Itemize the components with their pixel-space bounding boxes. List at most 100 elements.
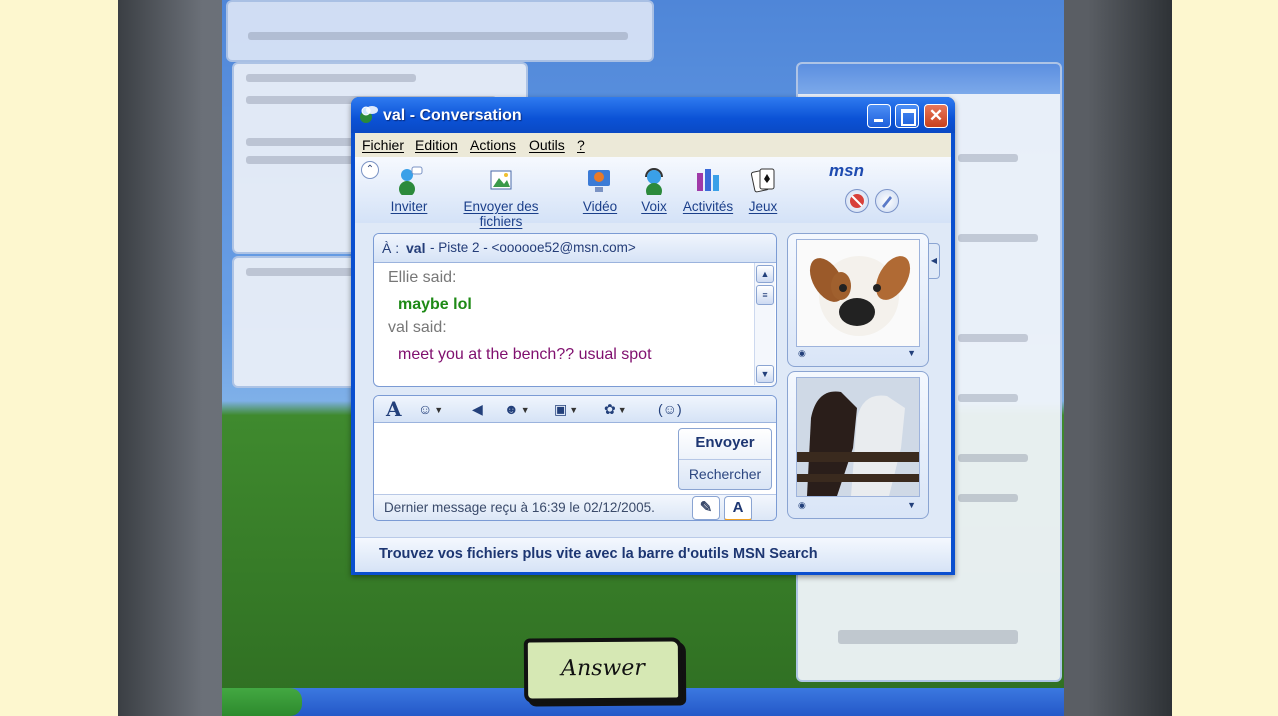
my-display-picture: ◉ ▼ (787, 371, 929, 519)
menu-actions[interactable]: Actions (470, 137, 516, 153)
to-label: À : (382, 240, 400, 256)
blurred-text (958, 234, 1038, 242)
menu-outils[interactable]: Outils (529, 137, 565, 153)
block-button[interactable] (845, 189, 869, 213)
menu-bar: Fichier Edition Actions Outils ? (355, 133, 951, 157)
invite-button[interactable]: Inviter (385, 165, 433, 214)
dog-picture[interactable] (796, 239, 920, 347)
maximize-button[interactable] (895, 104, 919, 128)
games-button[interactable]: Jeux (745, 165, 781, 214)
recipient-name: val (406, 240, 426, 256)
collapse-panel-icon[interactable]: ◀ (929, 243, 940, 279)
minimize-button[interactable] (867, 104, 891, 128)
video-button[interactable]: Vidéo (579, 165, 621, 214)
voice-clip-icon[interactable]: ◀ (472, 399, 483, 419)
close-button[interactable]: ✕ (924, 104, 948, 128)
msn-logo: msn (829, 161, 864, 180)
activities-button[interactable]: Activités (681, 165, 735, 214)
blurred-text (958, 454, 1028, 462)
menu-fichier[interactable]: Fichier (362, 137, 404, 153)
answer-label: Answer (561, 655, 645, 682)
conversation-history: À : val - Piste 2 - <oooooe52@msn.com> E… (373, 233, 777, 387)
blurred-text (248, 32, 628, 40)
background-titlebar (798, 64, 1060, 94)
background-window-top (226, 0, 654, 62)
headset-icon (645, 168, 663, 195)
text-mode-icon[interactable]: A (724, 496, 752, 520)
send-files-button[interactable]: Envoyer des fichiers (441, 165, 561, 229)
scroll-up-icon[interactable]: ▲ (756, 265, 774, 283)
search-button[interactable]: Rechercher (679, 460, 771, 489)
action-toolbar: ⌃ Inviter Envoyer des fichiers Vidéo Voi… (355, 157, 951, 229)
conversation-window: val - Conversation ✕ Fichier Edition Act… (351, 97, 955, 575)
chevron-up-icon[interactable]: ⌃ (361, 161, 379, 179)
gift-button[interactable]: ✿ ▼ (604, 399, 627, 419)
blurred-text (958, 154, 1018, 162)
customize-button[interactable] (875, 189, 899, 213)
block-icon (850, 194, 864, 208)
blurred-text (958, 334, 1028, 342)
font-icon[interactable]: A (386, 399, 402, 419)
msn-buddy-icon (360, 106, 378, 123)
history-scrollbar[interactable]: ▲ ≡ ▼ (754, 263, 775, 385)
message-list: Ellie said: maybe lol val said: meet you… (374, 263, 752, 385)
nudge-icon[interactable]: (☺) (658, 399, 682, 419)
wink-icon: ☻ (504, 401, 519, 417)
recipient-bar: À : val - Piste 2 - <oooooe52@msn.com> (374, 234, 776, 263)
message-text: meet you at the bench?? usual spot (398, 346, 652, 363)
picture-icon: ▣ (554, 401, 568, 417)
answer-button[interactable]: Answer (523, 637, 683, 703)
window-client: Fichier Edition Actions Outils ? ⌃ Invit… (355, 133, 951, 572)
scroll-down-icon[interactable]: ▼ (756, 365, 774, 383)
smiley-icon: ☺ (418, 401, 433, 417)
playing-cards-icon (750, 168, 775, 193)
search-banner[interactable]: Trouvez vos fichiers plus vite avec la b… (355, 537, 951, 572)
blurred-text (958, 494, 1018, 502)
menu-edition[interactable]: Edition (415, 137, 458, 153)
chevron-down-icon: ▼ (907, 500, 916, 510)
close-icon: ✕ (928, 106, 944, 125)
chevron-down-icon: ▼ (569, 405, 579, 416)
chevron-down-icon: ▼ (907, 348, 916, 358)
window-title: val - Conversation (383, 107, 522, 124)
chevron-down-icon: ▼ (434, 405, 444, 416)
invite-icon (399, 166, 423, 195)
compose-area: A ☺ ▼ ◀ ☻ ▼ ▣ ▼ ✿ ▼ (☺) Envoyer Rechercher D… (373, 395, 777, 521)
horses-image (797, 378, 919, 496)
banner-text: Trouvez vos fichiers plus vite avec la b… (379, 546, 818, 562)
contact-display-picture: ◉ ▼ (787, 233, 929, 367)
chevron-down-icon: ▼ (520, 405, 530, 416)
last-message-status: Dernier message reçu à 16:39 le 02/12/20… (384, 500, 655, 515)
send-buttons: Envoyer Rechercher (678, 428, 772, 490)
format-toolbar: A ☺ ▼ ◀ ☻ ▼ ▣ ▼ ✿ ▼ (☺) (374, 396, 776, 423)
chevron-down-icon: ▼ (617, 405, 627, 416)
status-bar: Dernier message reçu à 16:39 le 02/12/20… (374, 494, 776, 520)
file-transfer-icon (490, 170, 512, 190)
title-bar[interactable]: val - Conversation ✕ (351, 97, 955, 133)
send-button[interactable]: Envoyer (679, 429, 771, 460)
menu-help[interactable]: ? (577, 137, 585, 153)
start-button (222, 688, 302, 716)
blurred-text (246, 74, 416, 82)
paintbrush-icon (882, 196, 892, 208)
background-button[interactable]: ▣ ▼ (554, 399, 578, 419)
gift-icon: ✿ (604, 401, 616, 417)
blurred-text (958, 394, 1018, 402)
blurred-text (838, 630, 1018, 644)
emoticon-button[interactable]: ☺ ▼ (418, 399, 443, 419)
picture-options[interactable]: ◉ ▼ (798, 500, 916, 514)
activities-icon (697, 169, 719, 191)
scroll-thumb[interactable]: ≡ (756, 285, 774, 305)
dog-image (797, 240, 919, 346)
message-sender: Ellie said: (388, 269, 457, 286)
handwriting-icon[interactable]: ✎ (692, 496, 720, 520)
wink-button[interactable]: ☻ ▼ (504, 399, 530, 419)
recipient-detail: - Piste 2 - <oooooe52@msn.com> (430, 240, 636, 255)
voice-button[interactable]: Voix (637, 165, 671, 214)
message-text: maybe lol (398, 296, 472, 313)
horses-picture[interactable] (796, 377, 920, 497)
message-sender: val said: (388, 319, 447, 336)
display-picture-icon: ◉ (798, 500, 806, 510)
display-picture-icon: ◉ (798, 348, 806, 358)
picture-options[interactable]: ◉ ▼ (798, 348, 916, 362)
